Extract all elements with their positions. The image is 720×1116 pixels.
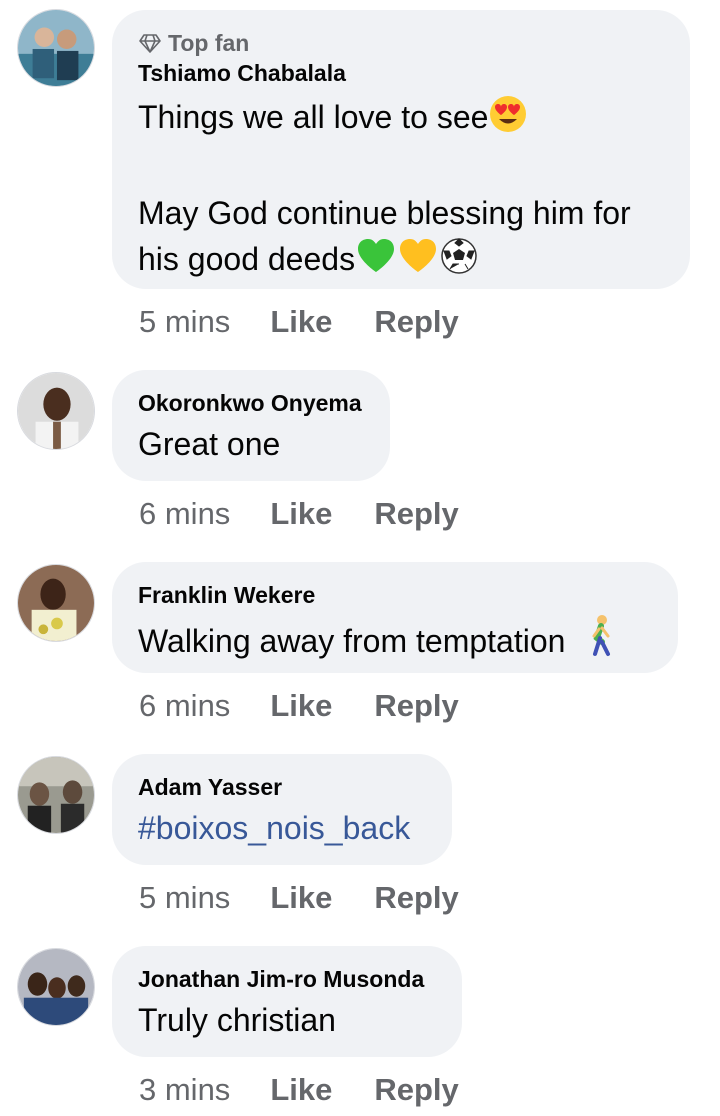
comment-text-line: May God continue blessing him for	[138, 195, 631, 231]
avatar[interactable]	[17, 756, 95, 834]
comment-bubble: Adam Yasser #boixos_nois_back	[112, 754, 452, 865]
comment-text-line: Things we all love to see	[138, 99, 489, 135]
comment-text: Things we all love to see	[138, 94, 664, 146]
avatar[interactable]	[17, 948, 95, 1026]
avatar[interactable]	[17, 564, 95, 642]
like-button[interactable]: Like	[270, 1072, 332, 1108]
commenter-name[interactable]: Okoronkwo Onyema	[138, 388, 364, 418]
comment-time[interactable]: 5 mins	[139, 880, 230, 916]
comment-actions: 5 mins Like Reply	[139, 880, 501, 916]
comment-text: Great one	[138, 426, 281, 462]
comment-bubble: Okoronkwo Onyema Great one	[112, 370, 390, 481]
comment-bubble: Franklin Wekere Walking away from tempta…	[112, 562, 678, 673]
commenter-name[interactable]: Franklin Wekere	[138, 580, 652, 610]
reply-button[interactable]: Reply	[374, 1072, 458, 1108]
comment-actions: 3 mins Like Reply	[139, 1072, 501, 1108]
commenter-name[interactable]: Adam Yasser	[138, 772, 426, 802]
reply-button[interactable]: Reply	[374, 880, 458, 916]
comment-actions: 6 mins Like Reply	[139, 688, 501, 724]
comment-text-line: Walking away from temptation	[138, 623, 566, 659]
like-button[interactable]: Like	[270, 496, 332, 532]
comment-time[interactable]: 5 mins	[139, 304, 230, 340]
comment-text-line: his good deeds	[138, 236, 664, 288]
comment-time[interactable]: 6 mins	[139, 496, 230, 532]
badge-label: Top fan	[168, 29, 250, 56]
like-button[interactable]: Like	[270, 304, 332, 340]
comment-text: Truly christian	[138, 1002, 336, 1038]
soccer-ball-emoji	[439, 236, 479, 288]
like-button[interactable]: Like	[270, 880, 332, 916]
walking-person-emoji	[586, 614, 616, 670]
comment-bubble: Jonathan Jim-ro Musonda Truly christian	[112, 946, 462, 1057]
like-button[interactable]: Like	[270, 688, 332, 724]
reply-button[interactable]: Reply	[374, 304, 458, 340]
comment-actions: 5 mins Like Reply	[139, 304, 501, 340]
comment-text: Walking away from temptation	[138, 614, 652, 670]
avatar[interactable]	[17, 9, 95, 87]
reply-button[interactable]: Reply	[374, 688, 458, 724]
comment-bubble: Top fan Tshiamo Chabalala Things we all …	[112, 10, 690, 289]
comment-time[interactable]: 6 mins	[139, 688, 230, 724]
green-heart-emoji	[355, 236, 397, 288]
heart-eyes-emoji	[488, 94, 528, 146]
reply-button[interactable]: Reply	[374, 496, 458, 532]
commenter-name[interactable]: Jonathan Jim-ro Musonda	[138, 964, 436, 994]
yellow-heart-emoji	[397, 236, 439, 288]
comment-actions: 6 mins Like Reply	[139, 496, 501, 532]
avatar[interactable]	[17, 372, 95, 450]
diamond-icon	[139, 34, 161, 53]
top-fan-badge: Top fan	[138, 28, 664, 58]
comment-time[interactable]: 3 mins	[139, 1072, 230, 1108]
comment-text: May God continue blessing him for his go…	[138, 191, 664, 288]
commenter-name[interactable]: Tshiamo Chabalala	[138, 58, 664, 88]
hashtag-link[interactable]: #boixos_nois_back	[138, 806, 426, 851]
